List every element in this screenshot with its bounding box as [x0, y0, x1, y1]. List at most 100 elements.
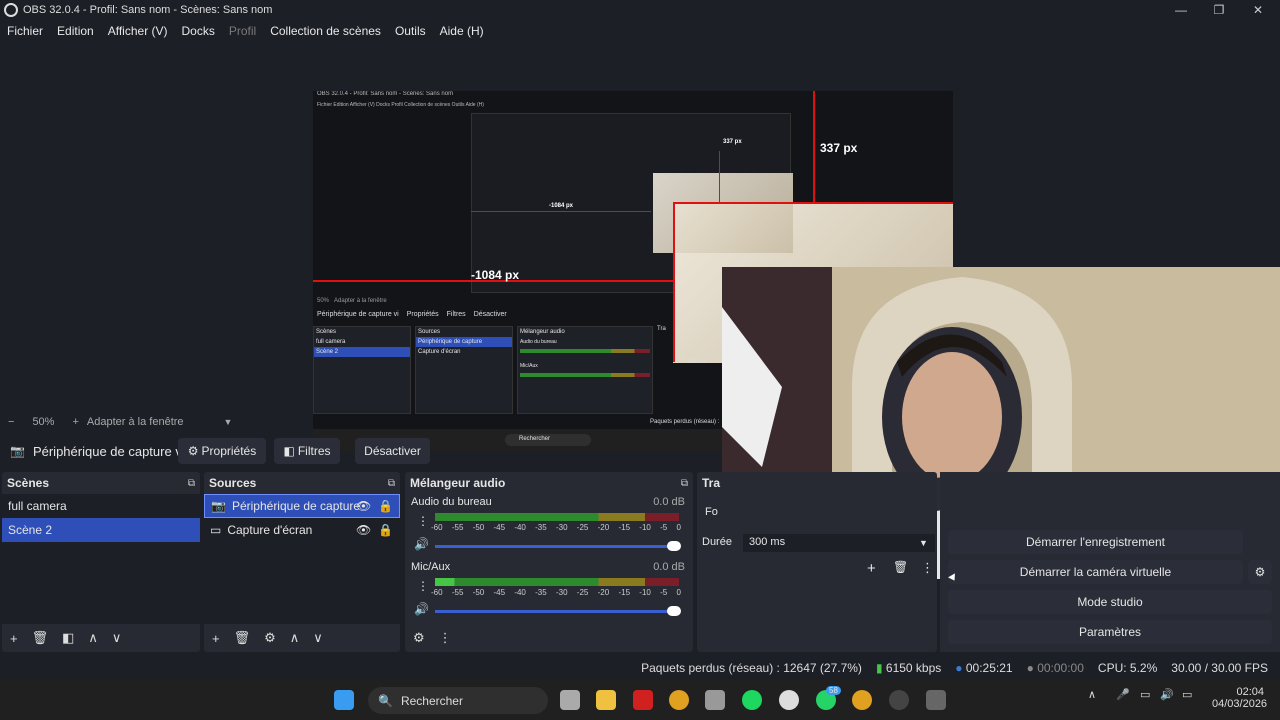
bitrate: ▮ 6150 kbps: [875, 661, 942, 675]
microphone-icon[interactable]: 🎤: [1116, 688, 1130, 701]
eye-icon[interactable]: 👁: [356, 499, 371, 513]
move-down-icon[interactable]: ∨: [313, 630, 323, 646]
menu-docks[interactable]: Docks: [175, 24, 222, 38]
chevron-up-icon[interactable]: ∧: [1088, 688, 1096, 701]
scene-item-full-camera[interactable]: full camera: [2, 494, 200, 518]
gear-icon[interactable]: ⚙: [1248, 560, 1272, 584]
menu-outils[interactable]: Outils: [388, 24, 433, 38]
source-item-screen-capture[interactable]: ▭ Capture d'écran 👁 🔒: [204, 518, 400, 542]
monitor-icon: ▭: [210, 523, 222, 537]
file-explorer-icon[interactable]: [596, 690, 616, 710]
duration-label: Durée: [702, 536, 732, 548]
zoom-out-button[interactable]: −: [8, 416, 14, 428]
duration-input[interactable]: 300 ms: [743, 534, 935, 552]
disable-button[interactable]: Désactiver: [355, 438, 430, 464]
scenes-dock: Scènes ⧉ full camera Scène 2 + 🗑 ◧ ∧ ∨: [2, 472, 200, 652]
measure-left-label: -1084 px: [471, 268, 520, 282]
speaker-icon[interactable]: 🔊: [414, 537, 429, 551]
move-up-icon[interactable]: ∧: [88, 630, 98, 646]
transitions-dock: Tra Fo Durée 300 ms ▼ + 🗑 ⋮: [697, 472, 937, 652]
measure-top-small-label: 337 px: [723, 139, 742, 145]
move-down-icon[interactable]: ∨: [112, 630, 122, 646]
nested-duration: 300 ms: [687, 359, 707, 365]
menu-edition[interactable]: Edition: [50, 24, 101, 38]
volume-meter: [435, 513, 679, 521]
filters-button[interactable]: ◧ Filtres: [274, 438, 340, 464]
nested-menu: Fichier Edition Afficher (V) Docks Profi…: [317, 102, 484, 108]
whatsapp-badge: 58: [826, 686, 841, 695]
sources-dock: Sources ⧉ 📷 Périphérique de capture 👁 🔒 ▭…: [204, 472, 400, 652]
menu-afficher[interactable]: Afficher (V): [101, 24, 175, 38]
move-up-icon[interactable]: ∧: [290, 630, 300, 646]
more-options-icon[interactable]: ⋮: [417, 579, 429, 593]
speaker-icon[interactable]: 🔊: [414, 602, 429, 616]
task-view-icon[interactable]: [560, 690, 580, 710]
status-bar: Paquets perdus (réseau) : 12647 (27.7%) …: [0, 657, 1280, 679]
measure-top-label: 337 px: [820, 141, 858, 155]
source-item-capture-device[interactable]: 📷 Périphérique de capture 👁 🔒: [204, 494, 400, 518]
volume-icon[interactable]: 🔊: [1160, 688, 1174, 701]
trash-icon[interactable]: 🗑: [32, 630, 49, 646]
close-button[interactable]: ✕: [1238, 0, 1278, 20]
meter-ticks: -60 -55 -50 -45 -40 -35 -30 -25 -20 -15 -10 -5 0: [431, 523, 681, 532]
trash-icon[interactable]: 🗑: [893, 560, 908, 574]
menu-profil[interactable]: Profil: [222, 24, 263, 38]
undock-icon[interactable]: ⧉: [188, 478, 195, 489]
app-red-icon[interactable]: [633, 690, 653, 710]
zoom-in-button[interactable]: +: [72, 416, 78, 428]
chatgpt-icon[interactable]: [779, 690, 799, 710]
more-options-icon[interactable]: ⋮: [417, 514, 429, 528]
menu-collection[interactable]: Collection de scènes: [263, 24, 388, 38]
studio-mode-button[interactable]: Mode studio: [948, 590, 1272, 614]
trash-icon[interactable]: 🗑: [234, 630, 251, 646]
clock[interactable]: 02:04 04/03/2026: [1212, 686, 1267, 710]
filter-icon[interactable]: ◧: [62, 630, 74, 646]
settings-taskbar-icon[interactable]: [926, 690, 946, 710]
fps: 30.00 / 30.00 FPS: [1171, 661, 1268, 675]
track-db: 0.0 dB: [653, 561, 685, 573]
network-icon[interactable]: ▭: [1140, 688, 1150, 701]
add-source-icon[interactable]: +: [212, 631, 220, 646]
add-scene-icon[interactable]: +: [10, 631, 18, 646]
zoom-fit-select[interactable]: Adapter à la fenêtre: [87, 416, 184, 428]
advanced-audio-icon[interactable]: ⚙: [413, 630, 425, 646]
taskbar-search[interactable]: 🔍 Rechercher: [368, 687, 548, 714]
minimize-button[interactable]: —: [1161, 0, 1201, 20]
zoom-level: 50%: [32, 416, 55, 428]
spotify-icon[interactable]: [742, 690, 762, 710]
camera-icon: 📷: [10, 444, 25, 458]
fade-label: Fo: [705, 506, 718, 518]
title-bar: OBS 32.0.4 - Profil: Sans nom - Scènes: …: [0, 0, 1280, 20]
lock-icon[interactable]: 🔒: [378, 523, 393, 537]
measure-left-small-label: -1084 px: [549, 203, 574, 209]
more-options-icon[interactable]: ⋮: [921, 560, 934, 576]
preview-area[interactable]: OBS 32.0.4 - Profil: Sans nom - Scènes: …: [0, 42, 1280, 579]
lock-icon[interactable]: 🔒: [378, 499, 393, 513]
eye-icon[interactable]: 👁: [356, 523, 371, 537]
battery-icon[interactable]: ▭: [1182, 688, 1192, 701]
start-recording-button[interactable]: Démarrer l'enregistrement: [948, 530, 1243, 554]
volume-slider[interactable]: [435, 541, 681, 551]
gear-icon[interactable]: ⚙: [264, 630, 276, 646]
menu-fichier[interactable]: Fichier: [0, 24, 50, 38]
volume-slider[interactable]: [435, 606, 681, 616]
app-icon[interactable]: [705, 690, 725, 710]
scene-item-scene-2[interactable]: Scène 2: [2, 518, 200, 542]
obs-taskbar-icon[interactable]: [889, 690, 909, 710]
menu-aide[interactable]: Aide (H): [433, 24, 491, 38]
properties-button[interactable]: ⚙ Propriétés: [178, 438, 266, 464]
chrome-profile-icon[interactable]: [852, 690, 872, 710]
zoom-bar: − 50% + Adapter à la fenêtre ▼: [0, 414, 720, 430]
windows-start-icon[interactable]: [334, 690, 354, 710]
chrome-icon[interactable]: [669, 690, 689, 710]
chevron-down-icon[interactable]: ▼: [224, 417, 233, 427]
settings-button[interactable]: Paramètres: [948, 620, 1272, 644]
add-transition-icon[interactable]: +: [867, 560, 876, 577]
track-name: Audio du bureau: [411, 496, 492, 508]
chevron-down-icon[interactable]: ▼: [919, 538, 928, 548]
start-virtual-camera-button[interactable]: Démarrer la caméra virtuelle: [948, 560, 1243, 584]
maximize-button[interactable]: ❐: [1199, 0, 1239, 20]
more-options-icon[interactable]: ⋮: [439, 630, 452, 646]
undock-icon[interactable]: ⧉: [681, 478, 688, 489]
undock-icon[interactable]: ⧉: [388, 478, 395, 489]
